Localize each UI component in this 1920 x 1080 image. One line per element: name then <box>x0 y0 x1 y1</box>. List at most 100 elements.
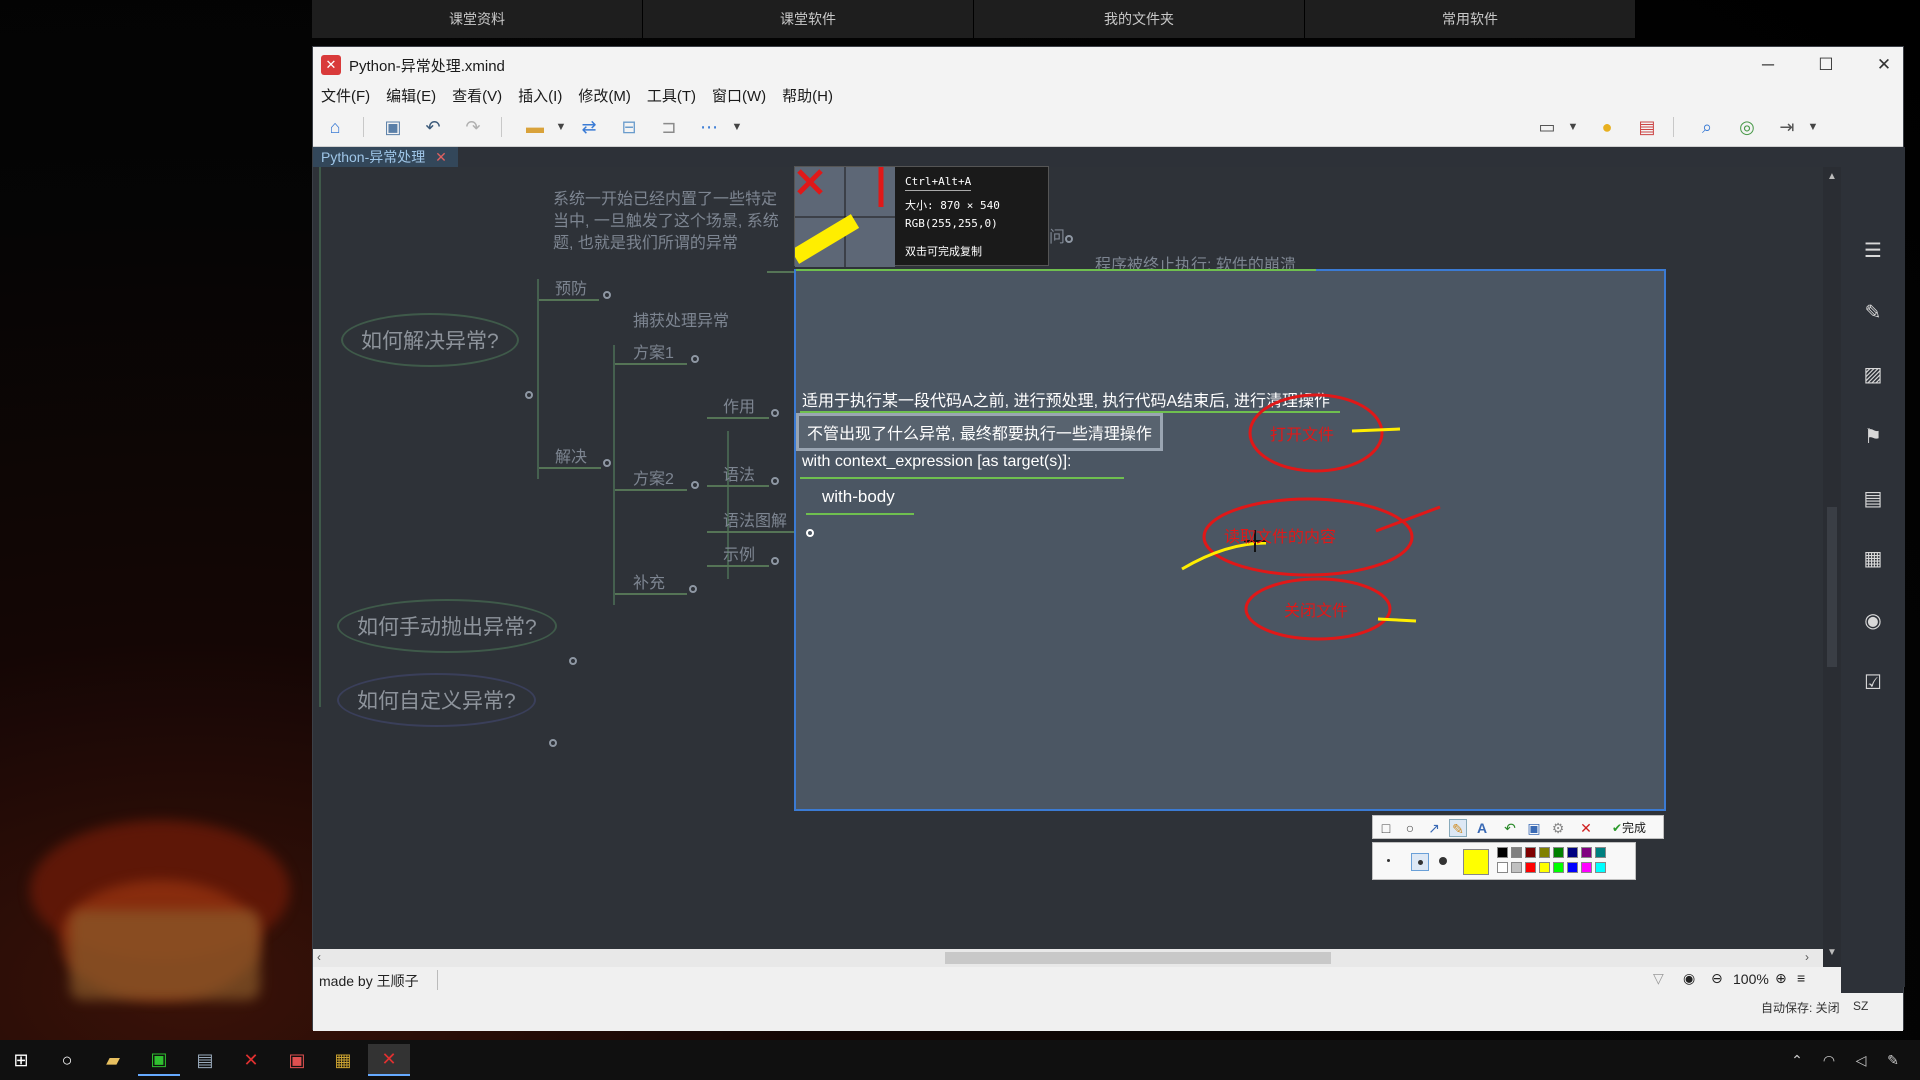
topic-plan1[interactable]: 方案1 <box>633 339 674 363</box>
top-tab-my-folder[interactable]: 我的文件夹 <box>974 0 1305 38</box>
boundary-icon[interactable]: ⊟ <box>617 115 641 139</box>
menu-edit[interactable]: 编辑(E) <box>378 85 444 106</box>
menu-window[interactable]: 窗口(W) <box>704 85 774 106</box>
maximize-button[interactable]: ☐ <box>1797 47 1855 83</box>
settings-icon[interactable]: ⚙ <box>1549 819 1567 837</box>
start-icon[interactable]: ⊞ <box>0 1044 42 1076</box>
menu-modify[interactable]: 修改(M) <box>570 85 639 106</box>
collapse-dot[interactable] <box>525 391 533 399</box>
style-icon[interactable]: ▤ <box>1861 487 1885 511</box>
text-tool-icon[interactable]: A <box>1473 819 1491 837</box>
document-tab[interactable]: Python-异常处理 ✕ <box>313 147 458 167</box>
lightbulb-icon[interactable]: ● <box>1595 115 1619 139</box>
rectangle-tool-icon[interactable]: □ <box>1377 819 1395 837</box>
color-swatch[interactable] <box>1581 847 1592 858</box>
home-icon[interactable]: ⌂ <box>323 115 347 139</box>
color-swatch[interactable] <box>1511 847 1522 858</box>
color-swatch[interactable] <box>1567 847 1578 858</box>
horizontal-scrollbar[interactable]: ‹ › <box>313 949 1823 967</box>
summary-icon[interactable]: ⊐ <box>657 115 681 139</box>
filter-icon[interactable]: ▽ <box>1653 970 1664 987</box>
presentation-icon[interactable]: ▭ <box>1535 115 1559 139</box>
file-explorer-icon[interactable]: ▰ <box>92 1044 134 1076</box>
xmind-icon[interactable]: ✕ <box>230 1044 272 1076</box>
eye-icon[interactable]: ◉ <box>1683 970 1695 987</box>
zoom-in-icon[interactable]: ⊕ <box>1775 970 1787 987</box>
chevron-down-icon[interactable]: ▼ <box>1801 115 1825 139</box>
outline-icon[interactable]: ☰ <box>1861 239 1885 263</box>
topic-supplement[interactable]: 补充 <box>633 569 665 593</box>
topic-custom-exception[interactable]: 如何自定义异常? <box>337 673 536 727</box>
topic-how-to-solve[interactable]: 如何解决异常? <box>341 313 519 367</box>
top-tab-course-software[interactable]: 课堂软件 <box>643 0 974 38</box>
zoom-out-icon[interactable]: ⊖ <box>1711 970 1723 987</box>
menu-view[interactable]: 查看(V) <box>444 85 510 106</box>
top-tab-course-materials[interactable]: 课堂资料 <box>312 0 643 38</box>
menu-tools[interactable]: 工具(T) <box>639 85 704 106</box>
brush-tool-icon[interactable]: ✎ <box>1449 819 1467 837</box>
fit-icon[interactable]: ≡ <box>1797 970 1805 986</box>
search-icon[interactable]: ⌕ <box>1695 115 1719 139</box>
app-icon[interactable]: ▣ <box>276 1044 318 1076</box>
topic-solve[interactable]: 解决 <box>555 443 587 467</box>
image-icon[interactable]: ▨ <box>1861 363 1885 387</box>
menu-file[interactable]: 文件(F) <box>313 85 378 106</box>
scroll-down-icon[interactable]: ▼ <box>1827 947 1837 958</box>
topic-raise-exception[interactable]: 如何手动抛出异常? <box>337 599 557 653</box>
color-swatch[interactable] <box>1567 862 1578 873</box>
color-swatch[interactable] <box>1497 862 1508 873</box>
color-swatch[interactable] <box>1581 862 1592 873</box>
topic-icon[interactable]: ▬ <box>523 115 547 139</box>
chevron-down-icon[interactable]: ▼ <box>1561 115 1585 139</box>
capture-selection-area[interactable]: 适用于执行某一段代码A之前, 进行预处理, 执行代码A结束后, 进行清理操作 不… <box>794 269 1666 811</box>
pen-icon[interactable]: ✎ <box>1872 1044 1914 1076</box>
color-swatch[interactable] <box>1525 847 1536 858</box>
scroll-right-icon[interactable]: › <box>1805 950 1809 964</box>
collapse-dot[interactable] <box>603 459 611 467</box>
menu-insert[interactable]: 插入(I) <box>510 85 570 106</box>
topic-syntax-diagram[interactable]: 语法图解 <box>723 507 787 531</box>
share-icon[interactable]: ◎ <box>1735 115 1759 139</box>
pen-size-large[interactable] <box>1439 857 1447 865</box>
pycharm-icon[interactable]: ▣ <box>138 1044 180 1076</box>
pen-size-small[interactable] <box>1387 859 1390 862</box>
xmind-active-icon[interactable]: ✕ <box>368 1044 410 1076</box>
color-swatch[interactable] <box>1497 847 1508 858</box>
app-icon[interactable]: ▤ <box>184 1044 226 1076</box>
color-swatch[interactable] <box>1595 862 1606 873</box>
scroll-up-icon[interactable]: ▲ <box>1827 171 1837 182</box>
color-swatch[interactable] <box>1553 847 1564 858</box>
pen-size-medium[interactable] <box>1411 853 1429 871</box>
color-swatch[interactable] <box>1539 862 1550 873</box>
color-swatch[interactable] <box>1595 847 1606 858</box>
color-swatch[interactable] <box>1553 862 1564 873</box>
vertical-scrollbar[interactable]: ▲ ▼ <box>1823 167 1841 967</box>
ellipse-tool-icon[interactable]: ○ <box>1401 819 1419 837</box>
cortana-icon[interactable]: ○ <box>46 1044 88 1076</box>
export-icon[interactable]: ⇥ <box>1775 115 1799 139</box>
topic-syntax[interactable]: 语法 <box>723 461 755 485</box>
arrow-tool-icon[interactable]: ↗ <box>1425 819 1443 837</box>
topic-catch[interactable]: 捕获处理异常 <box>633 307 729 331</box>
minimize-button[interactable]: ─ <box>1739 47 1797 83</box>
collapse-dot[interactable] <box>1065 235 1073 243</box>
save-icon[interactable]: ▣ <box>381 115 405 139</box>
tab-close-icon[interactable]: ✕ <box>435 149 447 165</box>
scroll-left-icon[interactable]: ‹ <box>317 950 321 964</box>
collapse-dot[interactable] <box>689 585 697 593</box>
collapse-dot[interactable] <box>771 477 779 485</box>
app-icon[interactable]: ▦ <box>322 1044 364 1076</box>
collapse-dot[interactable] <box>691 481 699 489</box>
done-button[interactable]: ✔完成 <box>1601 819 1657 837</box>
undo-icon[interactable]: ↶ <box>421 115 445 139</box>
collapse-dot[interactable] <box>569 657 577 665</box>
color-swatch[interactable] <box>1525 862 1536 873</box>
notes-icon[interactable]: ▦ <box>1861 547 1885 571</box>
horizontal-scrollbar-thumb[interactable] <box>945 952 1331 964</box>
vertical-scrollbar-thumb[interactable] <box>1827 507 1837 667</box>
collapse-dot[interactable] <box>549 739 557 747</box>
menu-help[interactable]: 帮助(H) <box>774 85 841 106</box>
gantt-icon[interactable]: ▤ <box>1635 115 1659 139</box>
comment-icon[interactable]: ◉ <box>1861 609 1885 633</box>
task-icon[interactable]: ☑ <box>1861 671 1885 695</box>
